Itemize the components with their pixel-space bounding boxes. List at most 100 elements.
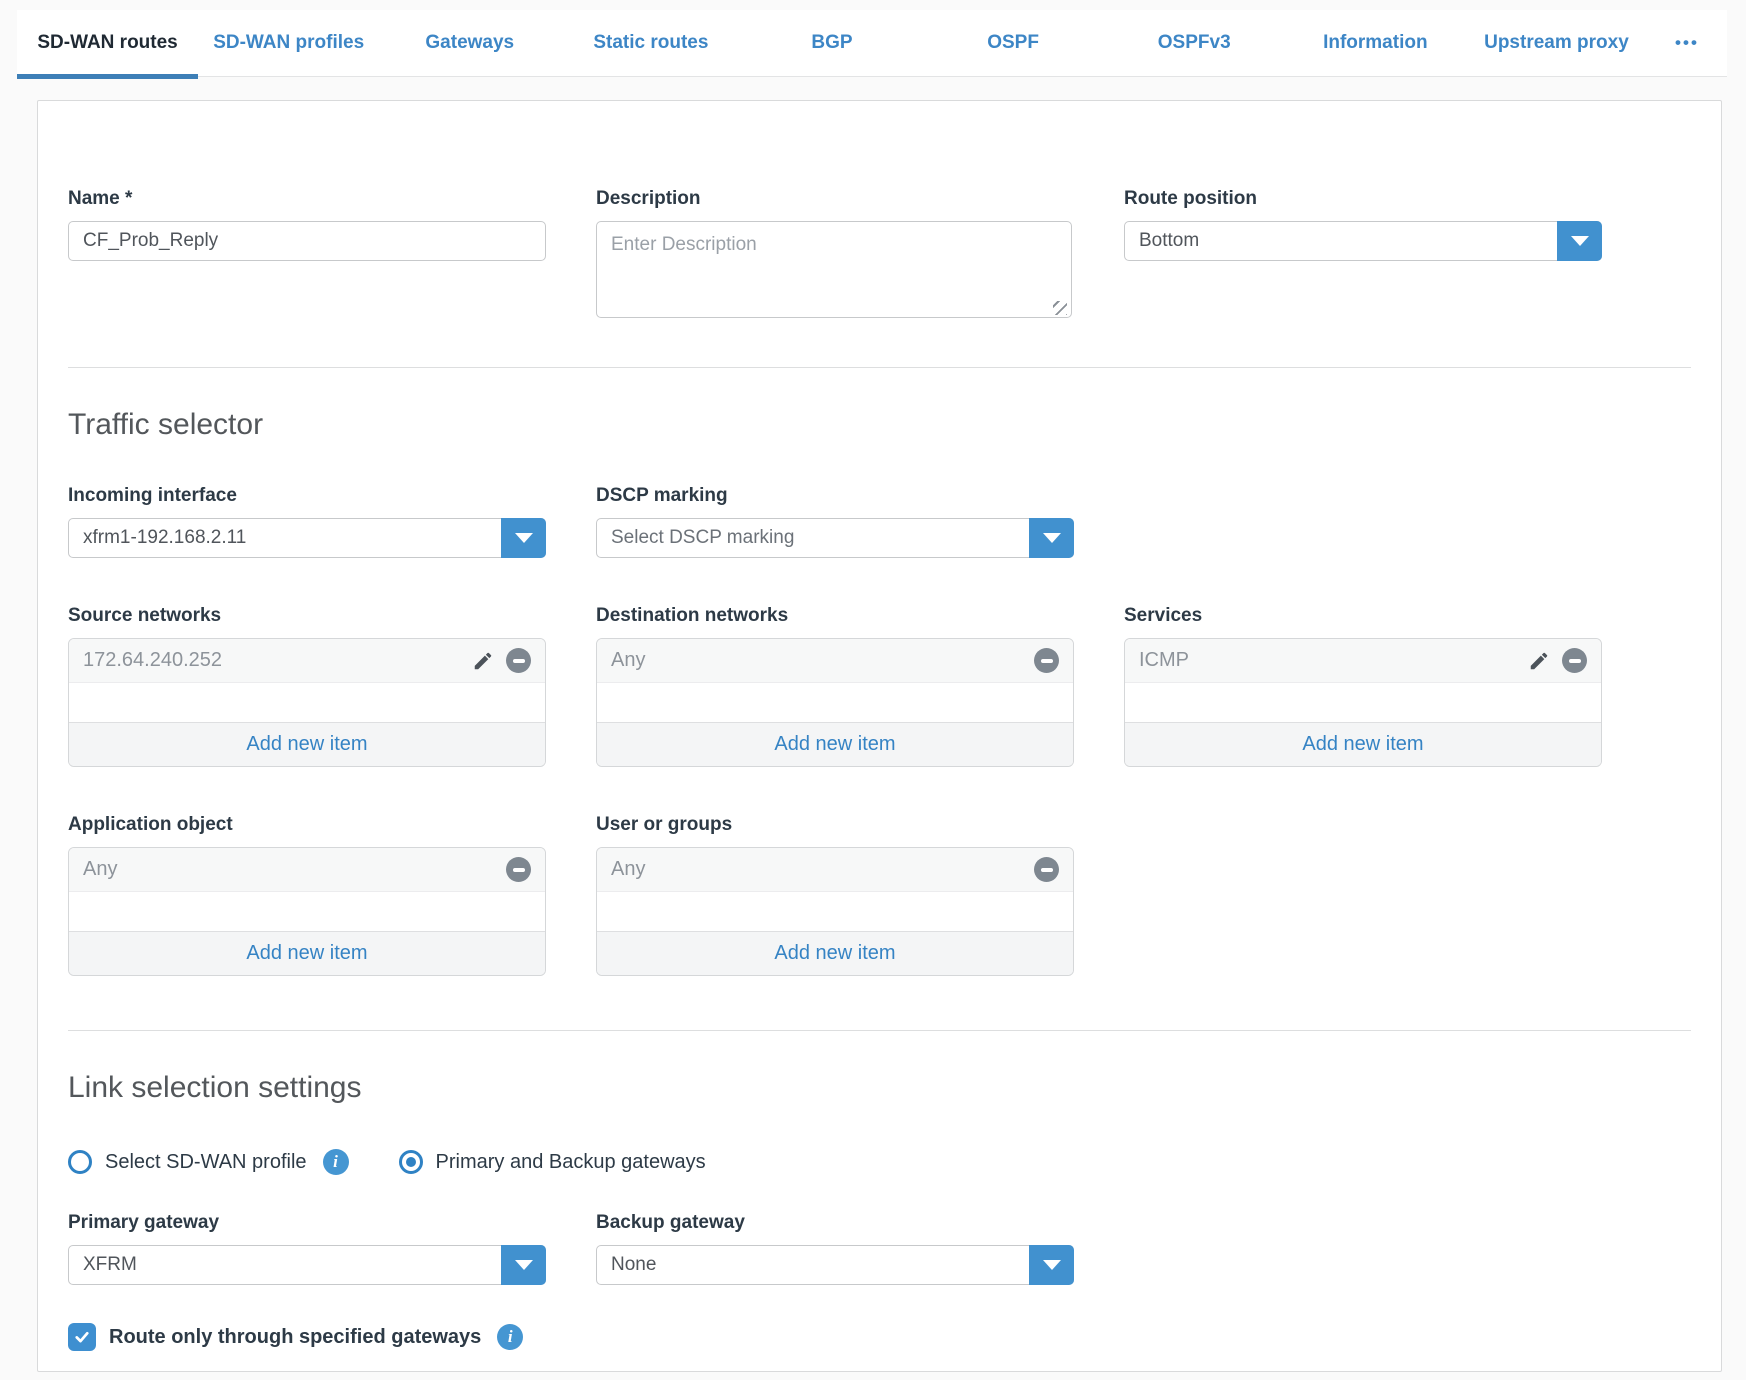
tab-label: OSPFv3 [1158, 32, 1231, 54]
application-users-row: Application object Any Add new item User… [68, 813, 1691, 976]
application-object-group: Application object Any Add new item [68, 813, 546, 976]
description-field-group: Description [596, 187, 1074, 323]
route-position-dropdown[interactable]: Bottom [1124, 221, 1602, 261]
dscp-marking-dropdown[interactable]: Select DSCP marking [596, 518, 1074, 558]
application-object-label: Application object [68, 813, 546, 836]
source-networks-group: Source networks 172.64.240.252 Add new i… [68, 604, 546, 767]
destination-networks-add-button[interactable]: Add new item [597, 722, 1073, 766]
tab-sdwan-routes[interactable]: SD-WAN routes [17, 10, 198, 76]
radio-primary-backup-gateways[interactable]: Primary and Backup gateways [399, 1150, 706, 1174]
remove-item-icon[interactable] [1034, 648, 1059, 673]
tab-upstream-proxy[interactable]: Upstream proxy [1466, 10, 1647, 76]
list-empty-area [597, 683, 1073, 722]
radio-label: Select SD-WAN profile [105, 1151, 307, 1174]
caret-down-icon [1043, 1260, 1061, 1270]
info-icon[interactable]: i [497, 1324, 523, 1350]
list-item: Any [597, 848, 1073, 892]
primary-gateway-group: Primary gateway XFRM [68, 1211, 546, 1285]
description-label: Description [596, 187, 1074, 210]
link-selection-title: Link selection settings [68, 1069, 1691, 1107]
tab-label: SD-WAN routes [37, 32, 177, 54]
tab-static-routes[interactable]: Static routes [560, 10, 741, 76]
edit-pencil-icon[interactable] [472, 650, 494, 672]
primary-gateway-value: XFRM [69, 1254, 545, 1276]
description-textarea[interactable] [596, 221, 1072, 318]
tab-label: OSPF [987, 32, 1039, 54]
interface-dscp-row: Incoming interface xfrm1-192.168.2.11 DS… [68, 484, 1691, 558]
list-item: ICMP [1125, 639, 1601, 683]
caret-down-icon [1043, 533, 1061, 543]
radio-label: Primary and Backup gateways [436, 1151, 706, 1174]
destination-network-item-text: Any [611, 649, 1034, 672]
caret-down-icon [515, 1260, 533, 1270]
name-input[interactable] [68, 221, 546, 261]
radio-select-sdwan-profile[interactable]: Select SD-WAN profile i [68, 1149, 349, 1175]
services-group: Services ICMP Add new item [1124, 604, 1602, 767]
add-new-item-label: Add new item [1302, 733, 1423, 756]
tab-label: Static routes [593, 32, 708, 54]
section-divider [68, 367, 1691, 368]
tab-information[interactable]: Information [1285, 10, 1466, 76]
remove-item-icon[interactable] [1034, 857, 1059, 882]
route-position-label: Route position [1124, 187, 1602, 210]
backup-gateway-value: None [597, 1254, 1073, 1276]
item-actions [1034, 648, 1059, 673]
name-label: Name * [68, 187, 546, 210]
services-add-button[interactable]: Add new item [1125, 722, 1601, 766]
incoming-interface-dropdown-button[interactable] [501, 518, 546, 558]
remove-item-icon[interactable] [1562, 648, 1587, 673]
list-empty-area [1125, 683, 1601, 722]
user-or-groups-listbox: Any Add new item [596, 847, 1074, 976]
tab-label: Information [1323, 32, 1428, 54]
tab-gateways[interactable]: Gateways [379, 10, 560, 76]
tab-sdwan-profiles[interactable]: SD-WAN profiles [198, 10, 379, 76]
tab-bgp[interactable]: BGP [741, 10, 922, 76]
backup-gateway-dropdown-button[interactable] [1029, 1245, 1074, 1285]
remove-item-icon[interactable] [506, 648, 531, 673]
tab-label: Upstream proxy [1484, 32, 1629, 54]
user-or-groups-label: User or groups [596, 813, 1074, 836]
services-listbox: ICMP Add new item [1124, 638, 1602, 767]
user-or-groups-add-button[interactable]: Add new item [597, 931, 1073, 975]
service-item-text: ICMP [1139, 649, 1528, 672]
tab-label: Gateways [425, 32, 514, 54]
list-item: Any [69, 848, 545, 892]
link-selection-radio-row: Select SD-WAN profile i Primary and Back… [68, 1149, 1691, 1175]
source-networks-add-button[interactable]: Add new item [69, 722, 545, 766]
radio-selected-icon[interactable] [399, 1150, 423, 1174]
item-actions [1528, 648, 1587, 673]
name-label-text: Name [68, 188, 120, 209]
incoming-interface-value: xfrm1-192.168.2.11 [69, 527, 545, 549]
dscp-marking-dropdown-button[interactable] [1029, 518, 1074, 558]
checkbox-checked-icon[interactable] [68, 1323, 96, 1351]
tab-ospfv3[interactable]: OSPFv3 [1104, 10, 1285, 76]
gateways-row: Primary gateway XFRM Backup gateway None [68, 1211, 1691, 1285]
destination-networks-label: Destination networks [596, 604, 1074, 627]
backup-gateway-dropdown[interactable]: None [596, 1245, 1074, 1285]
incoming-interface-dropdown[interactable]: xfrm1-192.168.2.11 [68, 518, 546, 558]
dscp-marking-placeholder: Select DSCP marking [597, 527, 1073, 549]
add-new-item-label: Add new item [774, 942, 895, 965]
remove-item-icon[interactable] [506, 857, 531, 882]
description-textarea-wrap [596, 221, 1072, 323]
route-position-dropdown-button[interactable] [1557, 221, 1602, 261]
more-tabs-button[interactable]: ••• [1647, 10, 1727, 76]
primary-gateway-dropdown[interactable]: XFRM [68, 1245, 546, 1285]
tab-bar: SD-WAN routes SD-WAN profiles Gateways S… [17, 10, 1727, 77]
source-networks-listbox: 172.64.240.252 Add new item [68, 638, 546, 767]
info-icon[interactable]: i [323, 1149, 349, 1175]
tab-ospf[interactable]: OSPF [923, 10, 1104, 76]
edit-pencil-icon[interactable] [1528, 650, 1550, 672]
primary-gateway-dropdown-button[interactable] [501, 1245, 546, 1285]
source-network-item-text: 172.64.240.252 [83, 649, 472, 672]
name-field-group: Name * [68, 187, 546, 261]
list-item: Any [597, 639, 1073, 683]
add-new-item-label: Add new item [774, 733, 895, 756]
dscp-marking-label: DSCP marking [596, 484, 1074, 507]
services-label: Services [1124, 604, 1602, 627]
radio-unselected-icon[interactable] [68, 1150, 92, 1174]
caret-down-icon [515, 533, 533, 543]
primary-gateway-label: Primary gateway [68, 1211, 546, 1234]
application-object-add-button[interactable]: Add new item [69, 931, 545, 975]
user-or-groups-group: User or groups Any Add new item [596, 813, 1074, 976]
